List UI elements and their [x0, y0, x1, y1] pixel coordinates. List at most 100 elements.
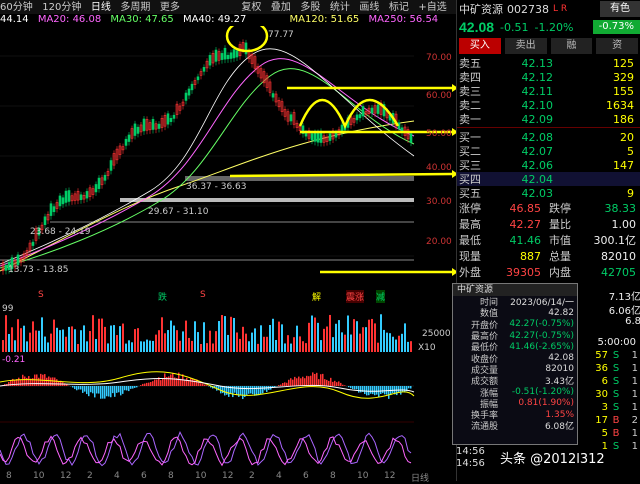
macd-bar	[190, 378, 192, 386]
volume-panel[interactable]: 99 25000 X10	[0, 302, 456, 352]
margin-tab[interactable]: 融	[551, 38, 593, 54]
mark-button[interactable]: 标记	[389, 1, 409, 14]
tick-flag: S	[608, 441, 624, 452]
macd-bar	[334, 381, 336, 386]
capital-tab[interactable]: 资	[596, 38, 638, 54]
tick-volume: 36	[578, 363, 608, 374]
tick-flag: B	[608, 428, 624, 439]
volume-bar	[206, 343, 208, 352]
macd-panel[interactable]: -0.21	[0, 352, 456, 420]
order-book-row[interactable]: 卖四42.12329	[457, 70, 640, 84]
popup-value: 3.43亿	[498, 374, 574, 387]
stat-value: 42.27	[497, 218, 541, 231]
volume-bar	[134, 329, 136, 352]
stat-label: 现量	[459, 248, 497, 264]
volume-bar	[65, 337, 67, 352]
quote-stats: 涨停46.85跌停38.33最高42.27量比1.00最低41.46市值300.…	[457, 200, 640, 280]
macd-bar	[326, 380, 328, 386]
order-price: 42.13	[503, 57, 553, 70]
order-book-row[interactable]: 卖三42.11155	[457, 84, 640, 98]
sector-button[interactable]: 有色	[600, 1, 640, 17]
volume-bar	[122, 324, 124, 352]
bar-info-popup[interactable]: 中矿资源 时间2023/06/14/一数值42.82开盘价42.27(-0.75…	[452, 283, 578, 445]
candle	[305, 133, 307, 136]
volume-bar	[365, 327, 367, 352]
order-book-row[interactable]: 卖一42.09186	[457, 112, 640, 126]
macd-bar	[164, 373, 166, 386]
macd-bar	[94, 386, 96, 397]
macd-bar	[78, 386, 80, 389]
macd-bar	[312, 372, 314, 386]
y-tick: 40.00	[426, 163, 452, 173]
volume-bar	[23, 326, 25, 352]
grid	[0, 56, 414, 256]
order-book-row[interactable]: 买三42.06147	[457, 158, 640, 172]
candles	[2, 39, 412, 274]
stats-button[interactable]: 统计	[330, 1, 350, 14]
volume-bar	[383, 330, 385, 352]
volume-bar	[35, 331, 37, 352]
ma5-value: 44.14	[0, 14, 29, 25]
macd-bar	[202, 383, 204, 386]
kdj-panel[interactable]	[0, 420, 456, 472]
macd-bar	[186, 378, 188, 386]
macd-bar	[28, 376, 30, 386]
x-tick: 12	[384, 471, 395, 481]
sell-tab[interactable]: 卖出	[505, 38, 547, 54]
add-favorite-button[interactable]: +自选	[418, 1, 446, 14]
multi-period-button[interactable]: 多周期	[120, 1, 150, 14]
macd-bar	[24, 376, 26, 386]
draw-line-button[interactable]: 画线	[359, 1, 379, 14]
candlestick-chart[interactable]: 77.77 36.37 - 36.63 29.67 - 31.10 23.68 …	[0, 26, 456, 284]
more-button[interactable]: 更多	[160, 1, 180, 14]
stat-row: 现量887总量82010	[457, 248, 640, 264]
fq-button[interactable]: 复权	[241, 1, 261, 14]
volume-bar	[224, 316, 226, 352]
order-book-row[interactable]: 买五42.039	[457, 186, 640, 200]
candle	[152, 119, 154, 129]
macd-bar	[248, 386, 250, 394]
stat-label: 涨停	[459, 200, 497, 216]
period-120-tab[interactable]: 120分钟	[42, 1, 81, 14]
candle	[188, 89, 190, 95]
last-price: 42.08	[459, 19, 494, 35]
side-value: 6.06亿	[603, 302, 640, 316]
order-book-row[interactable]: 卖二42.101634	[457, 98, 640, 112]
price-axis: 70.00 60.00 50.00 40.00 30.00 20.00	[414, 26, 456, 284]
volume-bar	[323, 329, 325, 352]
volume-bar	[158, 330, 160, 352]
period-60-tab[interactable]: 60分钟	[0, 1, 33, 14]
order-book-row[interactable]: 买二42.075	[457, 144, 640, 158]
candle	[227, 55, 229, 59]
tick-row: 36S1	[578, 362, 640, 375]
macd-bar	[240, 386, 242, 395]
macd-bar	[286, 383, 288, 386]
order-volume: 329	[553, 71, 640, 84]
order-book-row[interactable]: 买四42.04	[457, 172, 640, 186]
y-tick: 20.00	[426, 237, 452, 247]
volume-bar	[248, 341, 250, 352]
volume-bar	[53, 320, 55, 352]
order-book-row[interactable]: 卖五42.13125	[457, 56, 640, 70]
volume-bar	[284, 343, 286, 352]
volume-bar	[350, 335, 352, 352]
peak-label: 77.77	[268, 30, 294, 40]
volume-bar	[29, 333, 31, 352]
period-day-tab[interactable]: 日线	[91, 1, 111, 14]
volume-bar	[86, 341, 88, 352]
multi-stock-button[interactable]: 多股	[300, 1, 320, 14]
macd-bar	[102, 386, 104, 399]
volume-bar	[149, 341, 151, 352]
buy-tab[interactable]: 买入	[459, 38, 501, 54]
overlay-button[interactable]: 叠加	[271, 1, 291, 14]
macd-bar	[26, 378, 28, 386]
macd-label: -0.21	[2, 355, 25, 365]
chart-toolbar: 60分钟 120分钟 日线 多周期 更多 复权 叠加 多股 统计 画线 标记 +…	[0, 0, 456, 14]
order-book-row[interactable]: 买一42.0820	[457, 130, 640, 144]
candle	[224, 48, 226, 59]
macd-bar	[378, 386, 380, 397]
volume-bar	[2, 340, 4, 352]
volume-bar	[377, 343, 379, 352]
macd-bar	[316, 373, 318, 386]
macd-bar	[332, 382, 334, 386]
